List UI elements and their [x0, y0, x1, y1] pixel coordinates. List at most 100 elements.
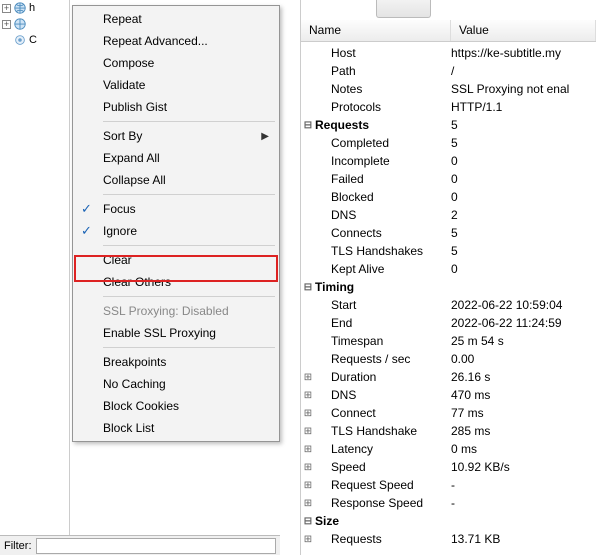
property-row[interactable]: Timing [301, 278, 596, 296]
gear-icon [13, 33, 27, 47]
menu-focus[interactable]: ✓Focus [75, 198, 277, 220]
tree-item[interactable]: + [0, 16, 69, 32]
property-value: - [451, 496, 596, 510]
menu-block-cookies[interactable]: Block Cookies [75, 395, 277, 417]
property-row[interactable]: Requests / sec0.00 [301, 350, 596, 368]
expand-icon[interactable] [301, 426, 315, 437]
menu-separator [103, 296, 275, 297]
expand-icon[interactable] [301, 444, 315, 455]
property-value: SSL Proxying not enal [451, 82, 596, 96]
menu-publish-gist[interactable]: Publish Gist [75, 96, 277, 118]
menu-separator [103, 347, 275, 348]
expand-icon[interactable] [301, 498, 315, 509]
menu-sort-by[interactable]: Sort By▶ [75, 125, 277, 147]
property-row[interactable]: Failed0 [301, 170, 596, 188]
menu-repeat[interactable]: Repeat [75, 8, 277, 30]
property-row[interactable]: Path/ [301, 62, 596, 80]
property-value: 0 [451, 190, 596, 204]
property-value: 10.92 KB/s [451, 460, 596, 474]
property-row[interactable]: Duration26.16 s [301, 368, 596, 386]
menu-expand-all[interactable]: Expand All [75, 147, 277, 169]
property-row[interactable]: ProtocolsHTTP/1.1 [301, 98, 596, 116]
menu-no-caching[interactable]: No Caching [75, 373, 277, 395]
col-header-name[interactable]: Name [301, 20, 451, 41]
menu-ignore[interactable]: ✓Ignore [75, 220, 277, 242]
expand-icon[interactable] [301, 408, 315, 419]
filter-input[interactable] [36, 538, 277, 554]
property-row[interactable]: Start2022-06-22 10:59:04 [301, 296, 596, 314]
property-row[interactable]: Size [301, 512, 596, 530]
property-row[interactable]: TLS Handshake285 ms [301, 422, 596, 440]
property-name: Blocked [301, 190, 451, 204]
menu-compose[interactable]: Compose [75, 52, 277, 74]
property-body[interactable]: Hosthttps://ke-subtitle.myPath/NotesSSL … [301, 42, 596, 548]
expand-icon[interactable] [301, 534, 315, 545]
property-row[interactable]: Connect77 ms [301, 404, 596, 422]
property-row[interactable]: Incomplete0 [301, 152, 596, 170]
property-name: Requests [301, 118, 451, 132]
property-name: Timing [301, 280, 451, 294]
property-row[interactable]: Speed10.92 KB/s [301, 458, 596, 476]
property-value: 470 ms [451, 388, 596, 402]
property-value: 5 [451, 244, 596, 258]
tab-stub[interactable] [376, 0, 431, 18]
menu-repeat-advanced[interactable]: Repeat Advanced... [75, 30, 277, 52]
tree-item[interactable]: + h [0, 0, 69, 16]
menu-separator [103, 121, 275, 122]
expand-icon[interactable] [301, 480, 315, 491]
property-value: 5 [451, 136, 596, 150]
property-value: 2022-06-22 11:24:59 [451, 316, 596, 330]
property-row[interactable]: Response Speed- [301, 494, 596, 512]
menu-breakpoints[interactable]: Breakpoints [75, 351, 277, 373]
tree-label: h [29, 2, 35, 14]
property-row[interactable]: Connects5 [301, 224, 596, 242]
collapse-icon[interactable] [301, 516, 315, 527]
property-row[interactable]: DNS470 ms [301, 386, 596, 404]
expand-icon[interactable] [301, 390, 315, 401]
property-name: Failed [301, 172, 451, 186]
check-icon: ✓ [81, 223, 92, 239]
chevron-right-icon: ▶ [261, 131, 269, 142]
property-row[interactable]: NotesSSL Proxying not enal [301, 80, 596, 98]
menu-clear[interactable]: Clear [75, 249, 277, 271]
property-value: 2 [451, 208, 596, 222]
property-name: Path [301, 64, 451, 78]
property-pane: Name Value Hosthttps://ke-subtitle.myPat… [300, 0, 596, 555]
plus-icon[interactable]: + [2, 4, 11, 13]
tree-item[interactable]: C [0, 32, 69, 48]
property-value: 5 [451, 226, 596, 240]
property-row[interactable]: Hosthttps://ke-subtitle.my [301, 44, 596, 62]
sidebar-tree[interactable]: + h + C [0, 0, 70, 555]
property-row[interactable]: Kept Alive0 [301, 260, 596, 278]
expand-icon[interactable] [301, 462, 315, 473]
property-row[interactable]: End2022-06-22 11:24:59 [301, 314, 596, 332]
property-value: 13.71 KB [451, 532, 596, 546]
property-row[interactable]: Latency0 ms [301, 440, 596, 458]
property-value: 5 [451, 118, 596, 132]
col-header-value[interactable]: Value [451, 20, 596, 41]
property-value: / [451, 64, 596, 78]
property-name: Size [301, 514, 451, 528]
property-row[interactable]: Requests5 [301, 116, 596, 134]
property-name: Completed [301, 136, 451, 150]
property-name: Kept Alive [301, 262, 451, 276]
property-row[interactable]: Completed5 [301, 134, 596, 152]
property-value: 77 ms [451, 406, 596, 420]
menu-clear-others[interactable]: Clear Others [75, 271, 277, 293]
menu-collapse-all[interactable]: Collapse All [75, 169, 277, 191]
property-row[interactable]: Timespan25 m 54 s [301, 332, 596, 350]
menu-enable-ssl[interactable]: Enable SSL Proxying [75, 322, 277, 344]
plus-icon[interactable]: + [2, 20, 11, 29]
property-row[interactable]: Blocked0 [301, 188, 596, 206]
property-row[interactable]: DNS2 [301, 206, 596, 224]
menu-validate[interactable]: Validate [75, 74, 277, 96]
context-menu: Repeat Repeat Advanced... Compose Valida… [72, 5, 280, 442]
property-row[interactable]: TLS Handshakes5 [301, 242, 596, 260]
collapse-icon[interactable] [301, 282, 315, 293]
property-name: End [301, 316, 451, 330]
expand-icon[interactable] [301, 372, 315, 383]
property-row[interactable]: Request Speed- [301, 476, 596, 494]
menu-block-list[interactable]: Block List [75, 417, 277, 439]
collapse-icon[interactable] [301, 120, 315, 131]
property-row[interactable]: Requests13.71 KB [301, 530, 596, 548]
